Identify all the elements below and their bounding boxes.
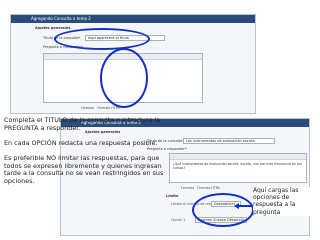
title-highlight-oval <box>54 28 150 50</box>
bottom-title-row: Título de la consulta* Los instrumentos … <box>147 138 275 144</box>
bottom-question-text: ¿Qué instrumentos de evaluación escrita,… <box>173 162 302 170</box>
bottom-limits-heading: Límite <box>166 194 178 198</box>
options-note: Aquí cargas las opciones de respuesta a … <box>253 187 317 216</box>
instruction-options: En cada OPCIÓN redacta una respuesta pos… <box>4 138 158 147</box>
top-form-section-label: Ajustes generales <box>35 26 71 30</box>
bottom-option-label: Opción 1 <box>171 218 186 222</box>
bottom-limits-label: Límite <box>166 194 179 198</box>
bottom-format-row: Formato Formato HTML <box>181 186 220 190</box>
bottom-title-input[interactable]: Los instrumentos de evaluación escrita <box>183 138 275 144</box>
bottom-format-label: Formato <box>181 186 195 190</box>
options-arrow-head-icon <box>234 203 239 209</box>
bottom-format-select[interactable]: Formato HTML <box>197 186 220 190</box>
question-highlight-oval <box>100 48 148 108</box>
instruction-limits: Es preferible NO limitar las respuestas,… <box>4 153 164 185</box>
top-format-label: Formato <box>81 106 95 110</box>
options-highlight-oval <box>192 193 254 227</box>
options-arrow <box>238 205 254 207</box>
bottom-question-editor[interactable]: ¿Qué instrumentos de evaluación escrita,… <box>169 153 307 183</box>
instructions-note: Completa el TITULO de la consulta e intr… <box>4 116 164 193</box>
top-format-row: Formato Formato HTML <box>81 106 120 110</box>
top-form-header: Agregando Consulta a tema 2 <box>11 15 255 23</box>
instruction-title-question: Completa el TITULO de la consulta e intr… <box>4 116 161 132</box>
